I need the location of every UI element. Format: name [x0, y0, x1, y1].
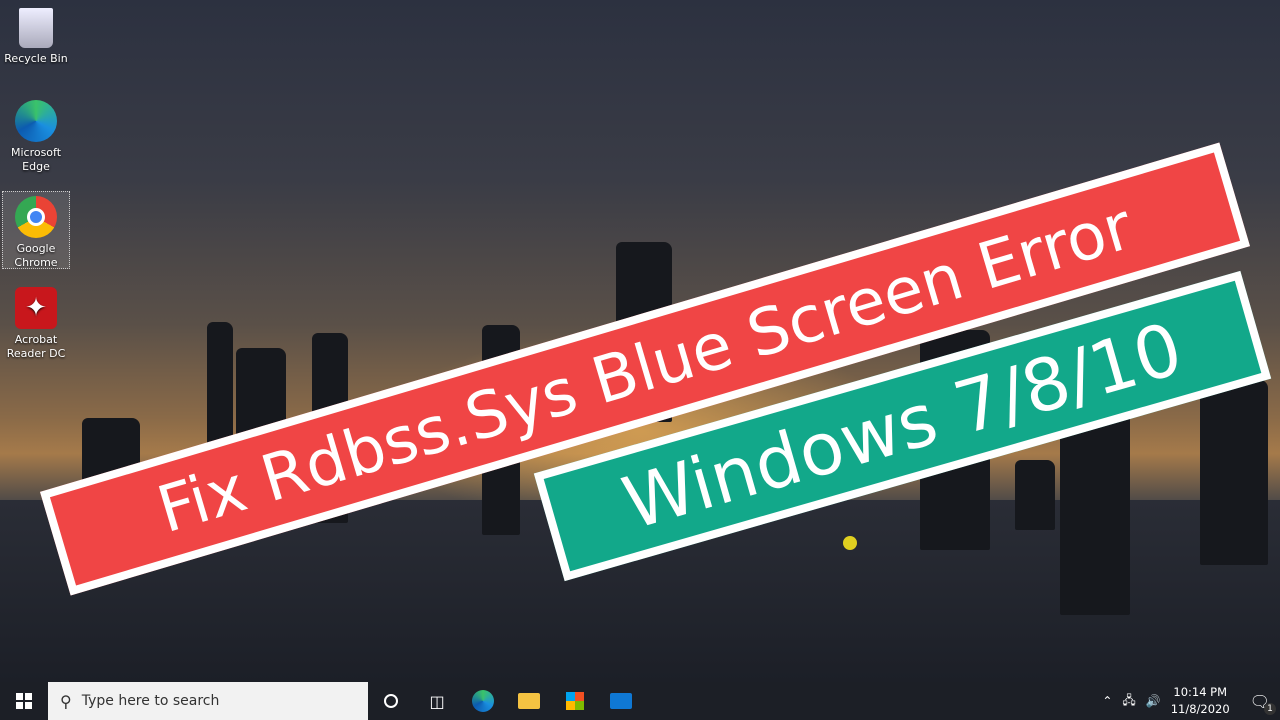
- icon-label: Recycle Bin: [4, 52, 68, 65]
- desktop-icon-edge[interactable]: Microsoft Edge: [2, 96, 70, 174]
- icon-label: Microsoft Edge: [10, 146, 62, 173]
- taskbar-store[interactable]: [552, 682, 598, 720]
- notification-icon[interactable]: 🗨 1: [1250, 692, 1276, 715]
- search-placeholder: Type here to search: [81, 693, 220, 709]
- desktop-icon-chrome[interactable]: Google Chrome: [2, 191, 70, 269]
- windows-icon: [16, 693, 32, 709]
- recycle-bin-icon: [19, 8, 53, 48]
- date: 11/8/2020: [1170, 702, 1230, 716]
- mail-icon: [610, 693, 632, 709]
- taskbar: ⚲ Type here to search ◫ ⌃ 🖧 🔊 10:14 PM 1…: [0, 682, 1280, 720]
- taskbar-mail[interactable]: [598, 682, 644, 720]
- system-tray: ⌃ 🖧 🔊 10:14 PM 11/8/2020 🗨 1: [1102, 684, 1280, 718]
- network-icon[interactable]: 🖧: [1122, 691, 1135, 712]
- task-view-button[interactable]: ◫: [414, 682, 460, 720]
- edge-icon: [472, 690, 494, 712]
- task-view-icon: ◫: [429, 691, 445, 711]
- edge-icon: [15, 100, 57, 142]
- mouse-cursor: [843, 536, 857, 550]
- volume-icon[interactable]: 🔊: [1146, 694, 1161, 708]
- icon-label: Acrobat Reader DC: [6, 333, 66, 360]
- icon-label: Google Chrome: [14, 242, 58, 269]
- search-box[interactable]: ⚲ Type here to search: [48, 682, 368, 720]
- store-icon: [566, 692, 584, 710]
- folder-icon: [518, 693, 540, 709]
- desktop-icon-acrobat[interactable]: ✦ Acrobat Reader DC: [2, 283, 70, 361]
- clock[interactable]: 10:14 PM 11/8/2020: [1171, 684, 1230, 718]
- start-button[interactable]: [0, 682, 48, 720]
- taskbar-edge[interactable]: [460, 682, 506, 720]
- chrome-icon: [15, 196, 57, 238]
- cortana-icon: [384, 694, 398, 708]
- taskbar-file-explorer[interactable]: [506, 682, 552, 720]
- notification-count: 1: [1264, 702, 1276, 715]
- acrobat-icon: ✦: [15, 287, 57, 329]
- chevron-up-icon[interactable]: ⌃: [1102, 694, 1112, 708]
- desktop-icon-recycle-bin[interactable]: Recycle Bin: [2, 4, 70, 66]
- time: 10:14 PM: [1173, 685, 1228, 699]
- search-icon: ⚲: [60, 691, 72, 711]
- cortana-button[interactable]: [368, 682, 414, 720]
